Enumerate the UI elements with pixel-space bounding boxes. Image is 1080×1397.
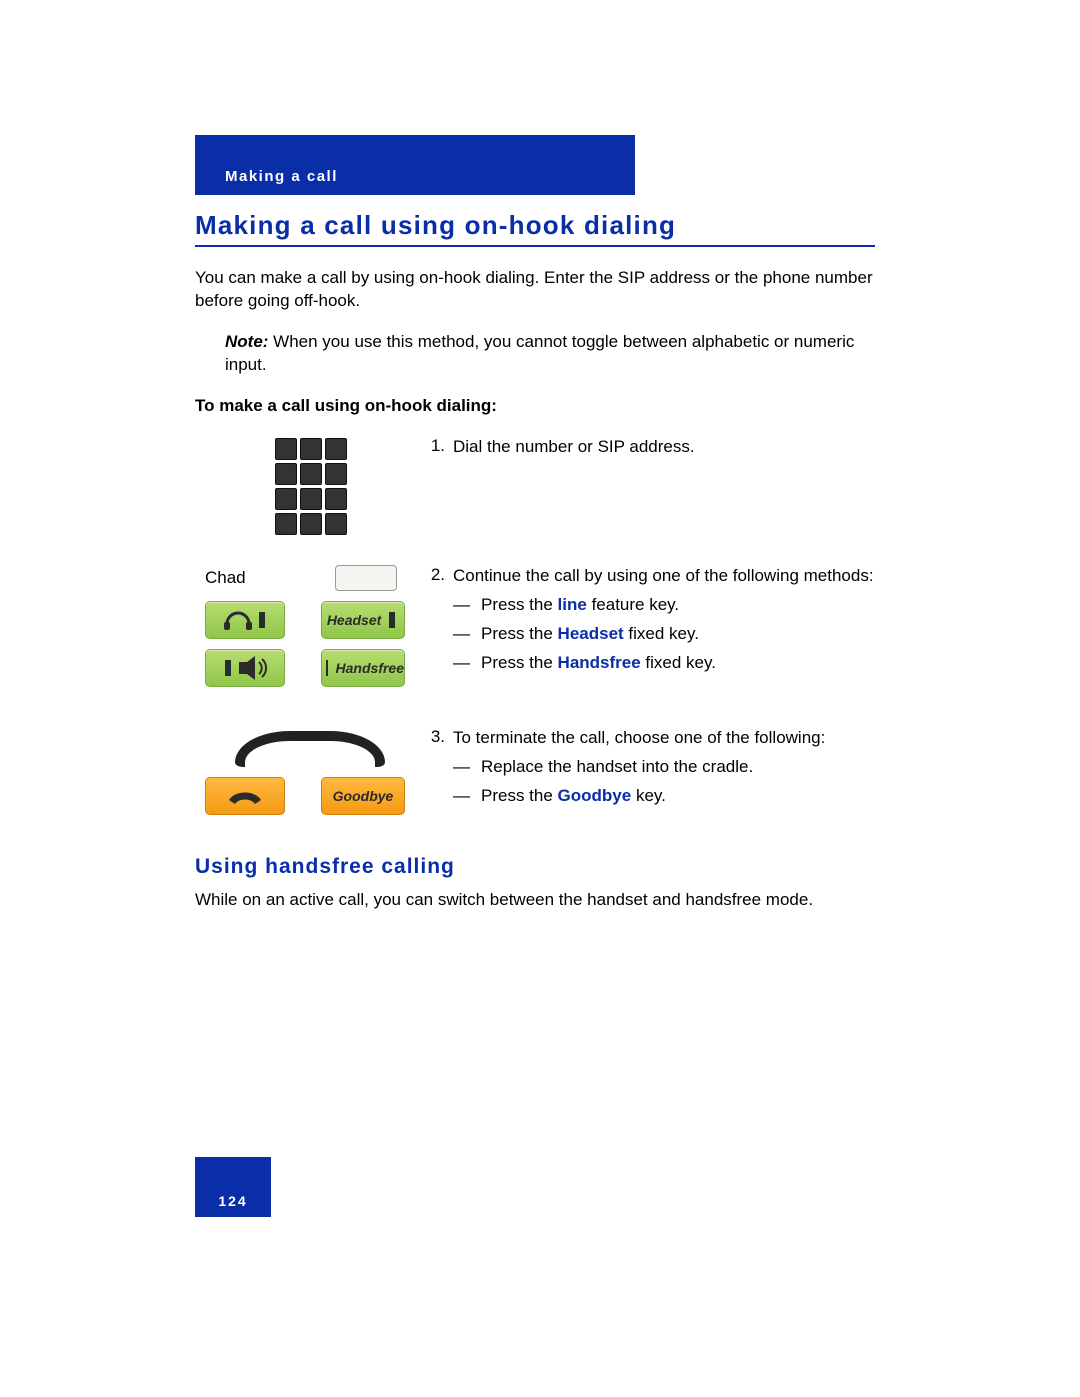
handsfree-key-icon: [205, 649, 285, 687]
goodbye-key-icon: [205, 777, 285, 815]
handsfree-keyword: Handsfree: [558, 653, 641, 672]
step-2-number: 2.: [415, 565, 453, 697]
dash-icon: —: [453, 756, 481, 779]
handset-icon: [235, 731, 385, 767]
headset-key-icon: [205, 601, 285, 639]
step-3-item-b: — Press the Goodbye key.: [453, 785, 875, 808]
step-2-text: Continue the call by using one of the fo…: [453, 565, 875, 588]
step-2-item-c: — Press the Handsfree fixed key.: [453, 652, 875, 675]
page-title: Making a call using on-hook dialing: [195, 210, 875, 247]
header-section-label: Making a call: [225, 168, 338, 185]
step-1-text: Dial the number or SIP address.: [453, 436, 875, 535]
keypad-icon: [275, 438, 415, 535]
headset-key-label: Headset: [321, 601, 405, 639]
note-text: When you use this method, you cannot tog…: [225, 332, 854, 374]
step-3-body: To terminate the call, choose one of the…: [453, 727, 875, 825]
dash-icon: —: [453, 594, 481, 617]
step-3: Goodbye 3. To terminate the call, choose…: [195, 727, 875, 825]
content: Making a call using on-hook dialing You …: [195, 210, 875, 912]
steps-list: 1. Dial the number or SIP address. Chad: [195, 436, 875, 825]
step-2-graphic: Chad Headset: [195, 565, 415, 697]
footer-bar: 124: [195, 1157, 271, 1217]
goodbye-key-label: Goodbye: [321, 777, 405, 815]
intro-paragraph: You can make a call by using on-hook dia…: [195, 267, 875, 313]
step-2-item-b: — Press the Headset fixed key.: [453, 623, 875, 646]
step-1-number: 1.: [415, 436, 453, 535]
procedure-heading: To make a call using on-hook dialing:: [195, 395, 875, 418]
line-key-label: Chad: [205, 568, 285, 588]
goodbye-keyword: Goodbye: [558, 786, 632, 805]
line-feature-key-icon: [335, 565, 397, 591]
step-2-body: Continue the call by using one of the fo…: [453, 565, 875, 697]
step-2-item-a: — Press the line feature key.: [453, 594, 875, 617]
step-3-text: To terminate the call, choose one of the…: [453, 727, 875, 750]
subheading-paragraph: While on an active call, you can switch …: [195, 889, 875, 912]
step-1: 1. Dial the number or SIP address.: [195, 436, 875, 535]
step-3-graphic: Goodbye: [195, 727, 415, 825]
header-bar: Making a call: [195, 135, 635, 195]
step-2: Chad Headset: [195, 565, 875, 697]
line-keyword: line: [558, 595, 587, 614]
page: Making a call Making a call using on-hoo…: [0, 0, 1080, 1397]
dash-icon: —: [453, 623, 481, 646]
dash-icon: —: [453, 652, 481, 675]
step-3-item-a: — Replace the handset into the cradle.: [453, 756, 875, 779]
subheading: Using handsfree calling: [195, 855, 875, 879]
handsfree-key-label: Handsfree: [321, 649, 405, 687]
step-3-number: 3.: [415, 727, 453, 825]
headset-keyword: Headset: [558, 624, 624, 643]
note-lead: Note:: [225, 332, 268, 351]
dash-icon: —: [453, 785, 481, 808]
step-1-graphic: [195, 436, 415, 535]
page-number: 124: [218, 1193, 247, 1209]
note-paragraph: Note: When you use this method, you cann…: [225, 331, 875, 377]
